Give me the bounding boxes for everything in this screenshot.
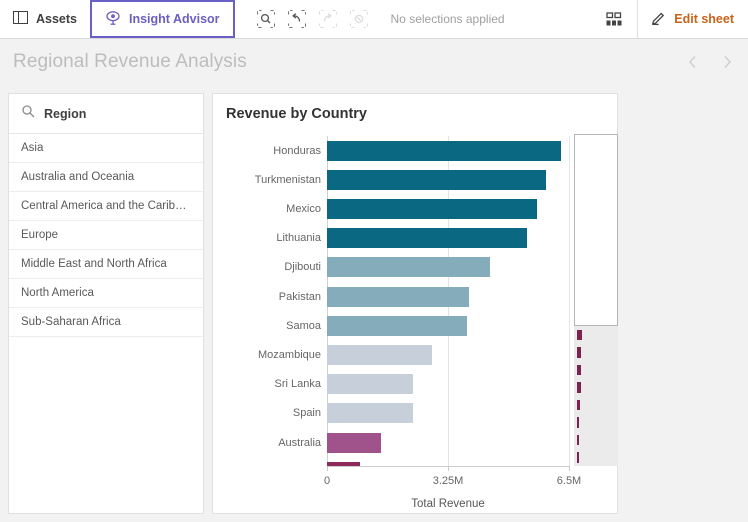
chart-category-label[interactable]: Australia — [221, 437, 321, 449]
filter-item[interactable]: Asia — [9, 134, 203, 163]
toolbar-right-group: Edit sheet — [591, 0, 748, 38]
chart-bar[interactable] — [327, 169, 546, 190]
chevron-right-icon — [724, 55, 732, 69]
minimap-bar — [577, 452, 579, 463]
chart-bar[interactable] — [327, 140, 561, 161]
region-value-list: Asia Australia and Oceania Central America… — [9, 134, 203, 337]
edit-sheet-label: Edit sheet — [674, 12, 734, 26]
chart-gridline — [569, 136, 570, 467]
chart-category-label[interactable]: Turkmenistan — [221, 174, 321, 186]
assets-tab[interactable]: Assets — [0, 0, 90, 38]
panel-icon — [13, 11, 28, 27]
chart-tick-label: 0 — [323, 475, 331, 488]
chart-category-label[interactable]: Mexico — [221, 203, 321, 215]
minimap-bar — [577, 399, 581, 411]
chart-bar[interactable] — [327, 432, 381, 453]
filter-item[interactable]: Australia and Oceania — [9, 163, 203, 192]
selection-back-button[interactable] — [284, 6, 311, 33]
sheet-navigation — [686, 55, 734, 69]
insight-eye-icon — [105, 10, 121, 29]
filter-item[interactable]: Sub-Saharan Africa — [9, 308, 203, 337]
insight-advisor-tab-label: Insight Advisor — [129, 12, 220, 26]
chart-bar[interactable] — [327, 403, 413, 424]
sheets-button[interactable] — [591, 0, 637, 38]
chart-scroll-minimap[interactable] — [574, 134, 618, 467]
sheet-grid-icon — [606, 11, 622, 25]
chart-tick-mark — [569, 466, 570, 472]
chart-bar[interactable] — [327, 199, 537, 219]
chart-bar[interactable] — [327, 286, 470, 307]
chart-category-label[interactable]: Spain — [221, 407, 321, 419]
chart-category-label[interactable]: Sri Lanka — [221, 378, 321, 390]
selection-search-button[interactable] — [253, 6, 280, 33]
chart-bar[interactable] — [327, 257, 490, 278]
selection-toolbar: No selections applied — [235, 0, 505, 38]
selection-back-icon — [288, 10, 307, 28]
selection-status-text: No selections applied — [390, 12, 505, 26]
filter-item[interactable]: Europe — [9, 221, 203, 250]
chart-tick-label: 6.5M — [556, 475, 582, 488]
chart-title: Revenue by Country — [226, 106, 367, 122]
selection-forward-icon — [319, 10, 338, 28]
filter-item[interactable]: North America — [9, 279, 203, 308]
minimap-bar — [577, 364, 581, 376]
minimap-bar — [577, 417, 580, 428]
filter-item[interactable]: Middle East and North Africa — [9, 250, 203, 279]
chart-category-label[interactable]: Pakistan — [221, 291, 321, 303]
minimap-bar — [577, 347, 581, 358]
chart-plot-area: Honduras Turkmenistan Mexico Lithuania Djibo… — [213, 132, 619, 515]
selection-search-icon — [257, 10, 276, 28]
minimap-bar — [577, 382, 581, 393]
magnifier-icon — [21, 104, 35, 123]
sheet-header: Regional Revenue Analysis — [0, 39, 748, 85]
page-title: Regional Revenue Analysis — [13, 51, 247, 72]
filter-item[interactable]: Central America and the Carib… — [9, 192, 203, 221]
chart-category-label[interactable]: Lithuania — [221, 232, 321, 244]
selection-clear-button — [346, 6, 373, 33]
assets-tab-label: Assets — [36, 12, 77, 26]
chart-category-label[interactable]: Honduras — [221, 145, 321, 157]
filter-pane-header[interactable]: Region — [9, 94, 203, 134]
selection-clear-icon — [350, 10, 369, 28]
pencil-icon — [650, 9, 667, 29]
selection-forward-button — [315, 6, 342, 33]
edit-sheet-button[interactable]: Edit sheet — [637, 0, 748, 38]
region-filter-pane: Region Asia Australia and Oceania Central … — [8, 93, 204, 514]
chart-tick-mark — [327, 466, 328, 472]
minimap-viewport-handle[interactable] — [574, 134, 618, 327]
next-sheet-button[interactable] — [720, 55, 734, 69]
chevron-left-icon — [688, 55, 696, 69]
minimap-bar — [577, 329, 583, 341]
revenue-by-country-chart: Revenue by Country Honduras Turkmenistan M… — [212, 93, 618, 514]
chart-category-label[interactable]: Djibouti — [221, 261, 321, 273]
chart-bar[interactable] — [327, 374, 414, 395]
chart-axis-title: Total Revenue — [411, 498, 485, 511]
chart-bar[interactable] — [327, 345, 433, 365]
filter-pane-title: Region — [44, 106, 87, 121]
chart-bar[interactable] — [327, 315, 467, 336]
prev-sheet-button[interactable] — [686, 55, 700, 69]
chart-category-label[interactable]: Mozambique — [221, 349, 321, 361]
minimap-bar — [577, 434, 580, 446]
insight-advisor-tab[interactable]: Insight Advisor — [90, 0, 235, 38]
top-toolbar: Assets Insight Advisor No selections app… — [0, 0, 748, 39]
chart-tick-mark — [448, 466, 449, 472]
chart-bar[interactable] — [327, 228, 527, 249]
chart-category-label[interactable]: Samoa — [221, 320, 321, 332]
chart-tick-label: 3.25M — [432, 475, 464, 488]
